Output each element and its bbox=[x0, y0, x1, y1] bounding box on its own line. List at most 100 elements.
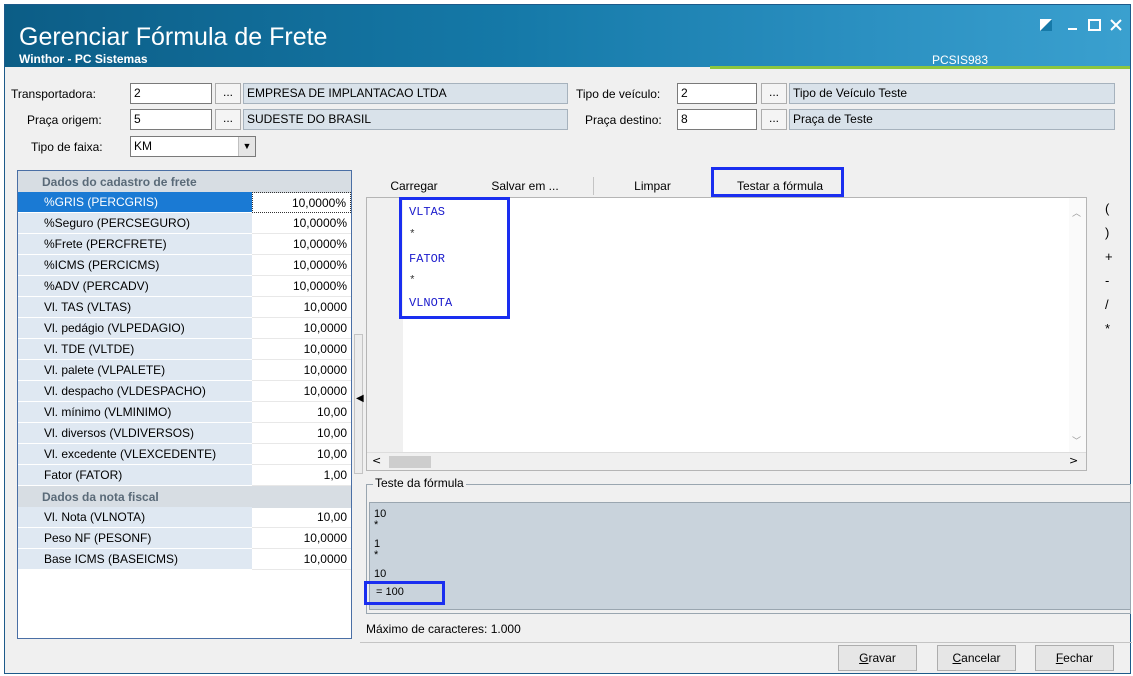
grid-row[interactable]: Vl. TAS (VLTAS) 10,0000 bbox=[18, 297, 351, 318]
chevron-down-icon[interactable]: ▼ bbox=[238, 137, 255, 156]
teste-formula-legend: Teste da fórmula bbox=[373, 476, 466, 490]
praca-destino-lookup-button[interactable]: ... bbox=[761, 109, 787, 130]
grid-row-name: Vl. TAS (VLTAS) bbox=[18, 297, 252, 318]
tipo-veiculo-lookup-button[interactable]: ... bbox=[761, 83, 787, 104]
grid-row-value[interactable]: 10,0000% bbox=[252, 213, 351, 234]
grid-row[interactable]: Vl. mínimo (VLMINIMO) 10,00 bbox=[18, 402, 351, 423]
grid-row-value[interactable]: 10,0000 bbox=[252, 297, 351, 318]
grid-row-name: Fator (FATOR) bbox=[18, 465, 252, 486]
grid-row-value[interactable]: 10,0000 bbox=[252, 381, 351, 402]
grid-row[interactable]: %Seguro (PERCSEGURO) 10,0000% bbox=[18, 213, 351, 234]
praca-origem-desc: SUDESTE DO BRASIL bbox=[243, 109, 568, 130]
praca-origem-field[interactable]: 5 bbox=[130, 109, 212, 130]
operator-plus-button[interactable]: + bbox=[1105, 249, 1113, 264]
limpar-button[interactable]: Limpar bbox=[620, 175, 685, 197]
gravar-label: ravar bbox=[868, 651, 896, 665]
grid-row-name: %GRIS (PERCGRIS) bbox=[18, 192, 252, 213]
operator-close-paren-button[interactable]: ) bbox=[1105, 225, 1109, 240]
grid-row[interactable]: Vl. despacho (VLDESPACHO) 10,0000 bbox=[18, 381, 351, 402]
gravar-button[interactable]: Gravar bbox=[838, 645, 917, 671]
minimize-icon[interactable] bbox=[1062, 16, 1084, 36]
grid-row[interactable]: %Frete (PERCFRETE) 10,0000% bbox=[18, 234, 351, 255]
editor-vertical-scrollbar[interactable]: ︿ ﹀ bbox=[1069, 198, 1086, 452]
panel-splitter[interactable]: ◀ bbox=[354, 334, 364, 474]
praca-destino-desc: Praça de Teste bbox=[789, 109, 1115, 130]
fechar-button[interactable]: Fechar bbox=[1035, 645, 1114, 671]
grid-row-name: Vl. excedente (VLEXCEDENTE) bbox=[18, 444, 252, 465]
grid-row-value[interactable]: 10,00 bbox=[252, 444, 351, 465]
window-title: Gerenciar Fórmula de Frete bbox=[19, 23, 328, 51]
transportadora-label: Transportadora: bbox=[11, 87, 96, 101]
operator-open-paren-button[interactable]: ( bbox=[1105, 201, 1109, 216]
scroll-left-icon[interactable]: < bbox=[372, 454, 381, 467]
praca-origem-lookup-button[interactable]: ... bbox=[215, 109, 241, 130]
operator-minus-button[interactable]: - bbox=[1105, 273, 1109, 288]
grid-row-value[interactable]: 10,0000 bbox=[252, 528, 351, 549]
window-subtitle: Winthor - PC Sistemas bbox=[19, 52, 148, 66]
grid-row-value[interactable]: 1,00 bbox=[252, 465, 351, 486]
grid-row-value[interactable]: 10,00 bbox=[252, 423, 351, 444]
grid-row-name: Peso NF (PESONF) bbox=[18, 528, 252, 549]
grid-row[interactable]: Vl. Nota (VLNOTA) 10,00 bbox=[18, 507, 351, 528]
grid-row-value[interactable]: 10,0000 bbox=[252, 318, 351, 339]
grid-row[interactable]: Vl. palete (VLPALETE) 10,0000 bbox=[18, 360, 351, 381]
tipo-veiculo-field[interactable]: 2 bbox=[677, 83, 757, 104]
cancelar-button[interactable]: Cancelar bbox=[937, 645, 1016, 671]
grid-row-value[interactable]: 10,0000% bbox=[252, 192, 351, 213]
grid-row-name: %Seguro (PERCSEGURO) bbox=[18, 213, 252, 234]
grid-row-name: %ICMS (PERCICMS) bbox=[18, 255, 252, 276]
scroll-thumb[interactable] bbox=[389, 456, 431, 468]
transportadora-field[interactable]: 2 bbox=[130, 83, 212, 104]
editor-horizontal-scrollbar[interactable]: < > bbox=[367, 452, 1086, 470]
carregar-button[interactable]: Carregar bbox=[379, 175, 449, 197]
grid-row[interactable]: Peso NF (PESONF) 10,0000 bbox=[18, 528, 351, 549]
grid-row[interactable]: %ICMS (PERCICMS) 10,0000% bbox=[18, 255, 351, 276]
grid-row-value[interactable]: 10,00 bbox=[252, 402, 351, 423]
grid-row[interactable]: Vl. diversos (VLDIVERSOS) 10,00 bbox=[18, 423, 351, 444]
tipo-veiculo-desc: Tipo de Veículo Teste bbox=[789, 83, 1115, 104]
grid-row[interactable]: Base ICMS (BASEICMS) 10,0000 bbox=[18, 549, 351, 570]
transportadora-lookup-button[interactable]: ... bbox=[215, 83, 241, 104]
grid-row-name: Vl. Nota (VLNOTA) bbox=[18, 507, 252, 528]
restore-icon[interactable] bbox=[1035, 16, 1057, 36]
grid-row[interactable]: %GRIS (PERCGRIS) 10,0000% bbox=[18, 192, 351, 213]
praca-destino-field[interactable]: 8 bbox=[677, 109, 757, 130]
scroll-up-icon[interactable]: ︿ bbox=[1072, 206, 1081, 219]
grid-row-value[interactable]: 10,00 bbox=[252, 507, 351, 528]
praca-destino-label: Praça destino: bbox=[585, 113, 662, 127]
highlight-box-formula bbox=[399, 197, 510, 319]
grid-row[interactable]: Fator (FATOR) 1,00 bbox=[18, 465, 351, 486]
operator-divide-button[interactable]: / bbox=[1105, 297, 1109, 312]
tipo-faixa-value: KM bbox=[134, 139, 152, 153]
transportadora-desc: EMPRESA DE IMPLANTACAO LTDA bbox=[243, 83, 568, 104]
grid-row-value[interactable]: 10,0000 bbox=[252, 549, 351, 570]
grid-row-value[interactable]: 10,0000% bbox=[252, 255, 351, 276]
grid-row[interactable]: Vl. pedágio (VLPEDAGIO) 10,0000 bbox=[18, 318, 351, 339]
operator-multiply-button[interactable]: * bbox=[1105, 321, 1110, 336]
editor-gutter bbox=[367, 198, 403, 452]
title-bar: Gerenciar Fórmula de Frete Winthor - PC … bbox=[5, 5, 1130, 69]
praca-origem-label: Praça origem: bbox=[27, 113, 102, 127]
grid-row-value[interactable]: 10,0000% bbox=[252, 276, 351, 297]
grid-row-name: Vl. diversos (VLDIVERSOS) bbox=[18, 423, 252, 444]
screen-code: PCSIS983 bbox=[932, 53, 989, 67]
grid-row-value[interactable]: 10,0000 bbox=[252, 360, 351, 381]
fechar-label: echar bbox=[1063, 651, 1094, 665]
salvar-em-button[interactable]: Salvar em ... bbox=[475, 175, 575, 197]
collapse-arrow-icon[interactable]: ◀ bbox=[356, 393, 364, 404]
cancelar-label: ancelar bbox=[961, 651, 1001, 665]
grid-row-value[interactable]: 10,0000 bbox=[252, 339, 351, 360]
title-accent-stripe bbox=[710, 66, 1130, 69]
scroll-down-icon[interactable]: ﹀ bbox=[1072, 434, 1081, 447]
close-icon[interactable] bbox=[1105, 16, 1127, 36]
grid-row-name: Vl. palete (VLPALETE) bbox=[18, 360, 252, 381]
grid-section-header: Dados do cadastro de frete bbox=[18, 171, 351, 193]
grid-row[interactable]: %ADV (PERCADV) 10,0000% bbox=[18, 276, 351, 297]
grid-row[interactable]: Vl. TDE (VLTDE) 10,0000 bbox=[18, 339, 351, 360]
grid-row-name: %Frete (PERCFRETE) bbox=[18, 234, 252, 255]
grid-row[interactable]: Vl. excedente (VLEXCEDENTE) 10,00 bbox=[18, 444, 351, 465]
scroll-right-icon[interactable]: > bbox=[1069, 454, 1078, 467]
maximize-icon[interactable] bbox=[1083, 16, 1105, 36]
grid-row-value[interactable]: 10,0000% bbox=[252, 234, 351, 255]
tipo-faixa-select[interactable]: KM ▼ bbox=[130, 136, 256, 157]
